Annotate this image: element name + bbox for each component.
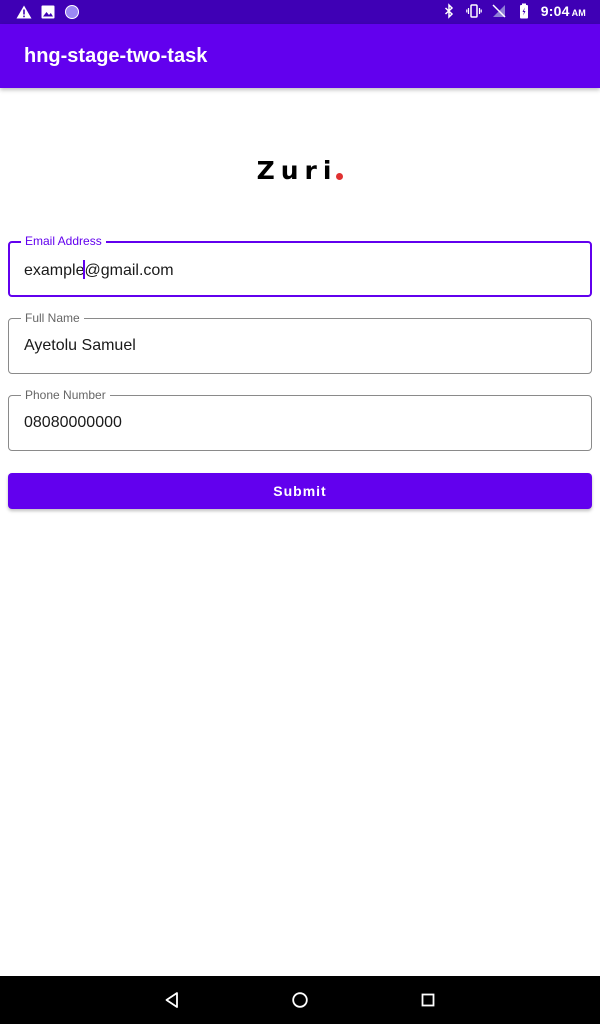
phone-number-field-label: Phone Number bbox=[21, 388, 110, 402]
app-bar: hng-stage-two-task bbox=[0, 24, 600, 88]
warning-icon bbox=[16, 5, 32, 19]
phone-number-field-value[interactable]: 08080000000 bbox=[24, 414, 122, 432]
email-value-after-caret: @gmail.com bbox=[84, 262, 174, 279]
zuri-logo: Zuri bbox=[0, 156, 600, 185]
status-time: 9:04 AM bbox=[541, 3, 586, 19]
image-icon bbox=[41, 5, 55, 19]
email-field-label: Email Address bbox=[21, 234, 106, 248]
logo-text: Zuri bbox=[256, 156, 338, 185]
status-time-value: 9:04 bbox=[540, 3, 570, 19]
home-icon[interactable] bbox=[290, 990, 310, 1010]
app-title: hng-stage-two-task bbox=[24, 45, 208, 67]
bluetooth-icon bbox=[444, 3, 453, 19]
status-left-icons bbox=[16, 4, 80, 20]
back-icon[interactable] bbox=[162, 990, 182, 1010]
full-name-field-label: Full Name bbox=[21, 311, 84, 325]
status-right-icons: 9:04 AM bbox=[441, 3, 586, 19]
navigation-bar bbox=[0, 976, 600, 1024]
full-name-field[interactable]: Full Name Ayetolu Samuel bbox=[8, 311, 592, 374]
app-screen: 9:04 AM hng-stage-two-task Zuri Email Add… bbox=[0, 0, 600, 1024]
submit-button[interactable]: Submit bbox=[8, 473, 592, 509]
phone-number-field[interactable]: Phone Number 08080000000 bbox=[8, 388, 592, 451]
status-bar: 9:04 AM bbox=[0, 0, 600, 24]
recents-icon[interactable] bbox=[418, 990, 438, 1010]
vibrate-icon bbox=[465, 4, 482, 18]
battery-icon bbox=[519, 3, 528, 19]
status-ampm: AM bbox=[571, 8, 586, 18]
email-field[interactable]: Email Address example@gmail.com bbox=[8, 234, 592, 297]
no-signal-icon bbox=[492, 4, 506, 18]
circle-notification-icon bbox=[65, 5, 79, 19]
email-value-before-caret: example bbox=[24, 262, 85, 279]
full-name-field-value[interactable]: Ayetolu Samuel bbox=[24, 337, 136, 355]
email-field-value[interactable]: example@gmail.com bbox=[24, 260, 174, 280]
logo-dot bbox=[336, 173, 344, 180]
